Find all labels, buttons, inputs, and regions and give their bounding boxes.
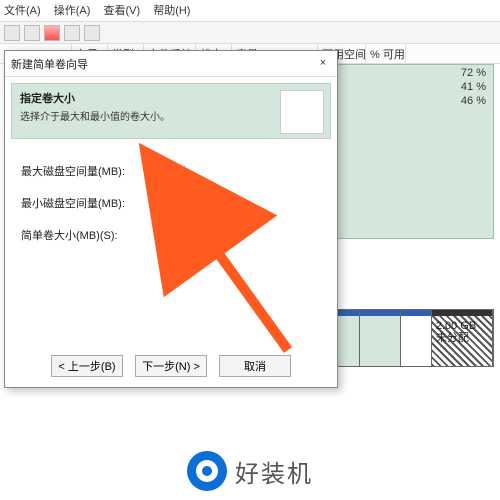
volume-size-spinner[interactable]: ▲ ▼ — [161, 225, 220, 245]
min-space-value: 8 — [161, 197, 167, 209]
max-space-value: 2047 — [161, 165, 185, 177]
menubar: 文件(A) 操作(A) 查看(V) 帮助(H) — [0, 0, 500, 22]
dialog-banner: 指定卷大小 选择介于最大和最小值的卷大小。 — [11, 83, 331, 139]
pct-column-values: 72 % 41 % 46 % — [461, 66, 486, 108]
banner-heading: 指定卷大小 — [20, 90, 322, 106]
row-min-space: 最小磁盘空间量(MB): 8 — [21, 191, 321, 215]
tool-icon-4[interactable] — [64, 25, 80, 41]
disk-chunk-3[interactable] — [360, 310, 401, 366]
menu-action[interactable]: 操作(A) — [54, 5, 91, 17]
tool-icon-2[interactable] — [24, 25, 40, 41]
menu-help[interactable]: 帮助(H) — [153, 5, 190, 17]
next-button[interactable]: 下一步(N) > — [135, 355, 207, 377]
pct-line-3: 46 % — [461, 94, 486, 108]
pct-line-1: 72 % — [461, 66, 486, 80]
dialog-button-row: < 上一步(B) 下一步(N) > 取消 — [5, 355, 337, 377]
dialog-titlebar[interactable]: 新建简单卷向导 × — [5, 51, 337, 77]
banner-image-placeholder — [280, 90, 324, 134]
row-volume-size: 简单卷大小(MB)(S): ▲ ▼ — [21, 223, 321, 247]
brand-text: 好装机 — [235, 454, 313, 489]
col-pct[interactable]: % 可用 — [366, 44, 406, 63]
banner-subtext: 选择介于最大和最小值的卷大小。 — [20, 108, 322, 123]
dialog-body: 最大磁盘空间量(MB): 2047 最小磁盘空间量(MB): 8 简单卷大小(M… — [5, 145, 337, 269]
menu-file[interactable]: 文件(A) — [4, 5, 41, 17]
volume-size-label: 简单卷大小(MB)(S): — [21, 227, 161, 243]
spinner-buttons: ▲ ▼ — [206, 226, 219, 244]
pct-line-2: 41 % — [461, 80, 486, 94]
watermark-footer: 好装机 — [0, 442, 500, 500]
new-simple-volume-wizard: 新建简单卷向导 × 指定卷大小 选择介于最大和最小值的卷大小。 最大磁盘空间量(… — [4, 50, 338, 388]
toolbar — [0, 22, 500, 44]
disk-chunk-unallocated[interactable]: 2.00 GB 未分配 — [432, 310, 493, 366]
back-button[interactable]: < 上一步(B) — [51, 355, 123, 377]
min-space-label: 最小磁盘空间量(MB): — [21, 195, 161, 211]
volume-size-input[interactable] — [162, 226, 206, 244]
close-icon[interactable]: × — [315, 56, 331, 72]
tool-icon-3[interactable] — [44, 25, 60, 41]
menu-view[interactable]: 查看(V) — [103, 5, 140, 17]
tool-icon-1[interactable] — [4, 25, 20, 41]
tool-icon-5[interactable] — [84, 25, 100, 41]
dialog-title: 新建简单卷向导 — [11, 56, 88, 72]
cancel-button[interactable]: 取消 — [219, 355, 291, 377]
disk-chunk-4[interactable] — [401, 310, 432, 366]
brand-logo-icon — [187, 451, 227, 491]
disk-chunk-label: 2.00 GB 未分配 — [436, 320, 476, 344]
row-max-space: 最大磁盘空间量(MB): 2047 — [21, 159, 321, 183]
spinner-down-icon[interactable]: ▼ — [207, 235, 219, 244]
max-space-label: 最大磁盘空间量(MB): — [21, 163, 161, 179]
